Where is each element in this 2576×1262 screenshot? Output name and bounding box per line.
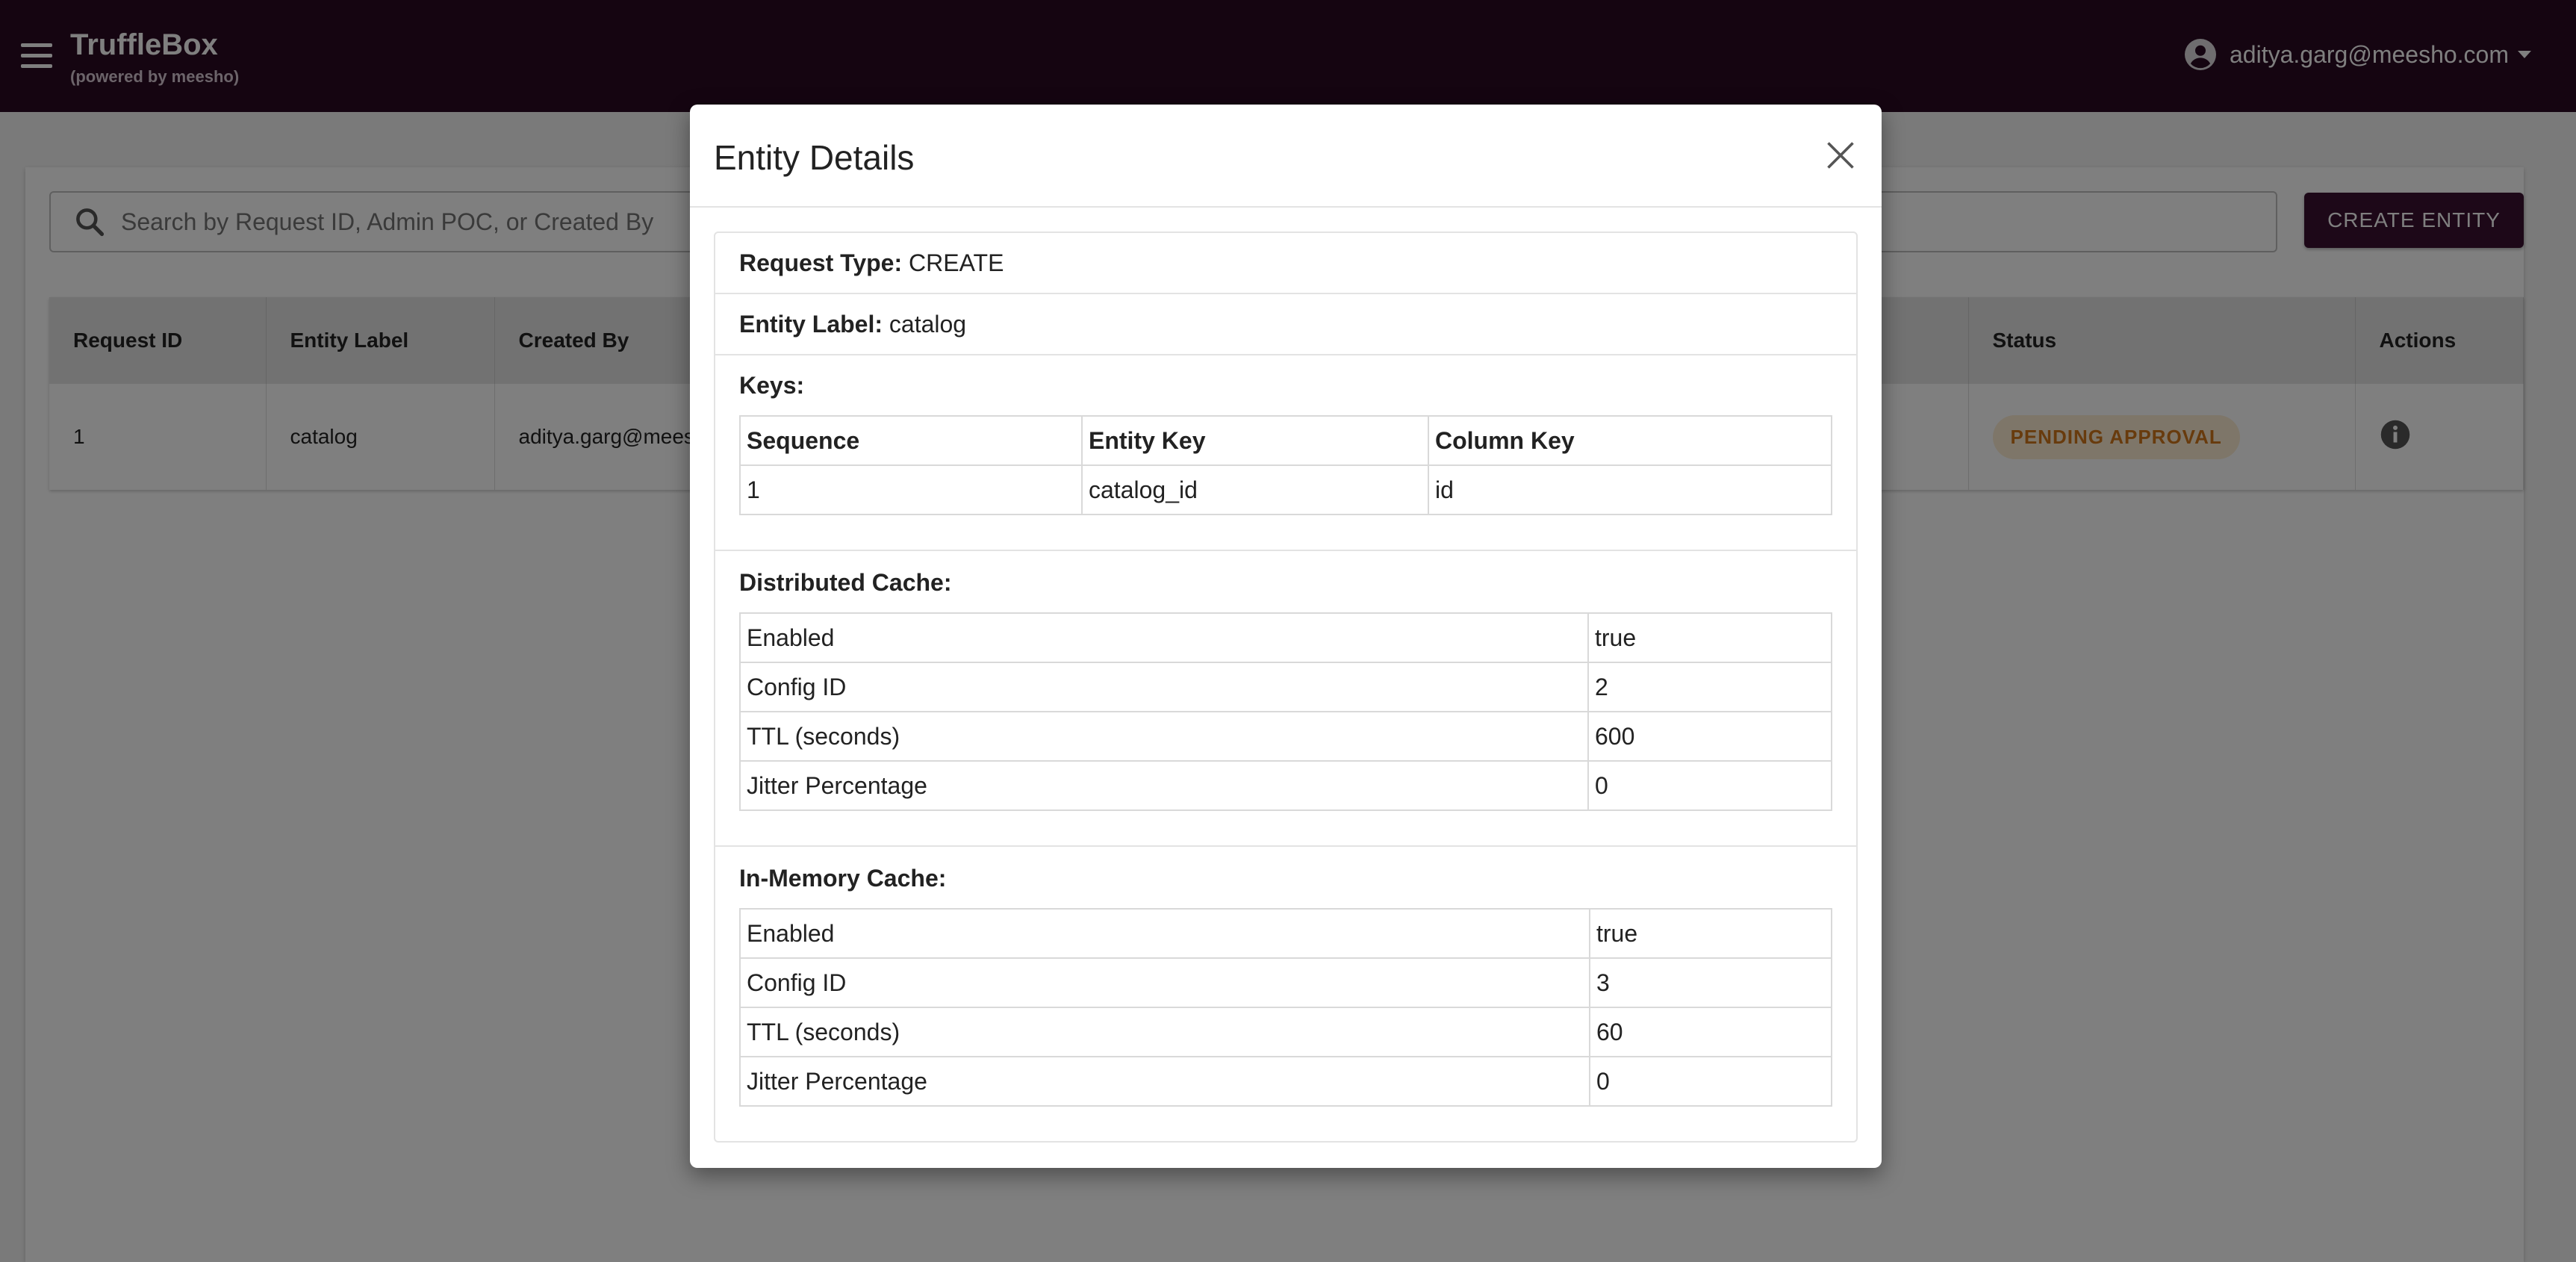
key-sequence: 1 (739, 464, 1083, 515)
dc-jitter-value: 0 (1587, 760, 1832, 811)
entity-label-field: Entity Label: catalog (739, 311, 966, 338)
dc-jitter-label: Jitter Percentage (739, 760, 1589, 811)
imc-config-id-value: 3 (1589, 957, 1832, 1008)
request-type-value: CREATE (909, 249, 1004, 276)
dc-ttl-label: TTL (seconds) (739, 711, 1589, 762)
keys-col-column-key: Column Key (1428, 415, 1832, 466)
in-memory-cache-title: In-Memory Cache: (739, 865, 947, 892)
dc-ttl-value: 600 (1587, 711, 1832, 762)
entity-label-label: Entity Label: (739, 311, 883, 338)
imc-enabled-label: Enabled (739, 908, 1590, 959)
table-row: Jitter Percentage 0 (739, 760, 1832, 811)
imc-jitter-label: Jitter Percentage (739, 1056, 1590, 1107)
table-row: Config ID 2 (739, 662, 1832, 712)
table-row: Enabled true (739, 908, 1832, 959)
keys-header-row: Sequence Entity Key Column Key (739, 415, 1832, 466)
dc-enabled-value: true (1587, 612, 1832, 663)
keys-col-entity-key: Entity Key (1081, 415, 1429, 466)
request-type-label: Request Type: (739, 249, 903, 276)
dc-config-id-label: Config ID (739, 662, 1589, 712)
divider (715, 293, 1856, 294)
table-row: 1 catalog_id id (739, 464, 1832, 515)
divider (715, 354, 1856, 355)
keys-col-sequence: Sequence (739, 415, 1083, 466)
entity-label-value: catalog (889, 311, 967, 338)
table-row: Config ID 3 (739, 957, 1832, 1008)
modal-divider (690, 206, 1882, 208)
table-row: TTL (seconds) 60 (739, 1007, 1832, 1057)
close-button[interactable] (1822, 137, 1859, 175)
imc-ttl-label: TTL (seconds) (739, 1007, 1590, 1057)
key-column-key: id (1428, 464, 1832, 515)
imc-ttl-value: 60 (1589, 1007, 1832, 1057)
imc-enabled-value: true (1589, 908, 1832, 959)
keys-table: Sequence Entity Key Column Key 1 catalog… (739, 415, 1832, 515)
modal-body: Request Type: CREATE Entity Label: catal… (714, 231, 1858, 1143)
imc-jitter-value: 0 (1589, 1056, 1832, 1107)
dc-enabled-label: Enabled (739, 612, 1589, 663)
imc-config-id-label: Config ID (739, 957, 1590, 1008)
distributed-cache-table: Enabled true Config ID 2 TTL (seconds) 6… (739, 612, 1832, 811)
key-entity-key: catalog_id (1081, 464, 1429, 515)
keys-title: Keys: (739, 372, 805, 399)
table-row: Enabled true (739, 612, 1832, 663)
entity-details-modal: Entity Details Request Type: CREATE Enti… (690, 105, 1882, 1168)
divider (715, 550, 1856, 551)
close-icon (1827, 141, 1854, 169)
divider (715, 845, 1856, 847)
table-row: TTL (seconds) 600 (739, 711, 1832, 762)
modal-title: Entity Details (714, 138, 915, 177)
dc-config-id-value: 2 (1587, 662, 1832, 712)
distributed-cache-title: Distributed Cache: (739, 569, 952, 596)
table-row: Jitter Percentage 0 (739, 1056, 1832, 1107)
request-type-field: Request Type: CREATE (739, 249, 1004, 277)
in-memory-cache-table: Enabled true Config ID 3 TTL (seconds) 6… (739, 908, 1832, 1107)
